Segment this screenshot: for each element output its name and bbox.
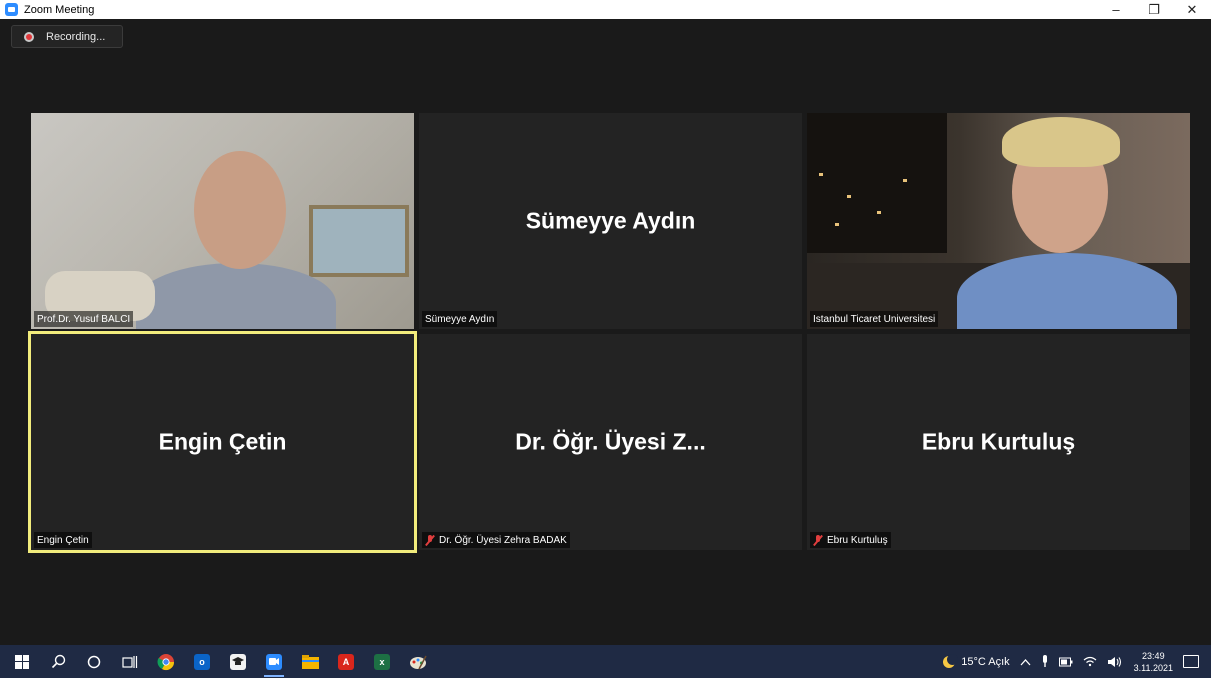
outlook-icon[interactable]: o bbox=[184, 645, 220, 678]
window-controls: – ❐ ✕ bbox=[1097, 0, 1211, 19]
record-icon bbox=[24, 31, 34, 42]
window-title-bar: Zoom Meeting – ❐ ✕ bbox=[0, 0, 1211, 19]
cortana-icon[interactable] bbox=[76, 645, 112, 678]
participant-tile-1[interactable]: Prof.Dr. Yusuf BALCI bbox=[31, 113, 414, 329]
system-clock[interactable]: 23:49 3.11.2021 bbox=[1134, 650, 1173, 674]
participant-name-label: Sümeyye Aydın bbox=[422, 311, 498, 327]
paint-icon[interactable] bbox=[400, 645, 436, 678]
participant-center-name: Dr. Öğr. Üyesi Z... bbox=[515, 428, 706, 455]
recording-indicator[interactable]: Recording... bbox=[11, 25, 123, 48]
participant-name-label: Ebru Kurtuluş bbox=[810, 532, 891, 548]
windows-start-icon[interactable] bbox=[4, 645, 40, 678]
night-window-decor bbox=[807, 113, 947, 253]
participant-tile-5[interactable]: Dr. Öğr. Üyesi Z... Dr. Öğr. Üyesi Zehra… bbox=[419, 334, 802, 550]
participant-tile-4[interactable]: Engin Çetin Engin Çetin bbox=[28, 331, 417, 553]
participant-center-name: Engin Çetin bbox=[158, 428, 287, 455]
speaker-icon[interactable] bbox=[1107, 656, 1123, 668]
participant-name-label: Istanbul Ticaret Universitesi bbox=[810, 311, 939, 327]
weather-text: 15°C Açık bbox=[961, 655, 1010, 668]
clock-date: 3.11.2021 bbox=[1133, 662, 1173, 673]
window-title: Zoom Meeting bbox=[24, 3, 95, 16]
zoom-app-icon bbox=[5, 3, 18, 16]
muted-mic-icon bbox=[425, 534, 435, 546]
participant-center-name: Sümeyye Aydın bbox=[525, 207, 696, 234]
person-hair bbox=[1002, 117, 1120, 167]
wifi-icon[interactable] bbox=[1083, 656, 1097, 667]
excel-icon[interactable]: x bbox=[364, 645, 400, 678]
participant-tile-3[interactable]: Istanbul Ticaret Universitesi bbox=[807, 113, 1190, 329]
participant-name-label: Dr. Öğr. Üyesi Zehra BADAK bbox=[422, 532, 570, 548]
weather-widget[interactable]: 15°C Açık bbox=[943, 653, 1010, 668]
muted-mic-icon bbox=[813, 534, 823, 546]
picture-frame-decor bbox=[309, 205, 409, 277]
system-tray: 15°C Açık 23:49 3.11.2021 bbox=[938, 645, 1211, 678]
minimize-button[interactable]: – bbox=[1097, 0, 1135, 19]
zoom-icon[interactable] bbox=[256, 645, 292, 678]
graduation-app-icon[interactable] bbox=[220, 645, 256, 678]
meeting-area: Recording... Prof.Dr. Yusuf BALCI Sümeyy… bbox=[0, 19, 1211, 645]
recording-label: Recording... bbox=[46, 30, 106, 43]
moon-icon bbox=[943, 653, 959, 668]
battery-icon[interactable] bbox=[1058, 657, 1073, 667]
windows-taskbar: o A x 15°C Açık 23:49 3.11.2021 bbox=[0, 645, 1211, 678]
close-button[interactable]: ✕ bbox=[1173, 0, 1211, 19]
chevron-up-icon[interactable] bbox=[1020, 658, 1031, 666]
participant-tile-2[interactable]: Sümeyye Aydın Sümeyye Aydın bbox=[419, 113, 802, 329]
notification-icon[interactable] bbox=[1183, 655, 1199, 668]
microphone-icon[interactable] bbox=[1041, 655, 1049, 668]
participant-name-label: Prof.Dr. Yusuf BALCI bbox=[34, 311, 134, 327]
search-icon[interactable] bbox=[40, 645, 76, 678]
clock-time: 23:49 bbox=[1142, 650, 1165, 661]
participant-name-label: Engin Çetin bbox=[34, 532, 92, 548]
chrome-icon[interactable] bbox=[148, 645, 184, 678]
task-view-icon[interactable] bbox=[112, 645, 148, 678]
file-explorer-icon[interactable] bbox=[292, 645, 328, 678]
acrobat-icon[interactable]: A bbox=[328, 645, 364, 678]
participant-center-name: Ebru Kurtuluş bbox=[921, 428, 1076, 455]
maximize-button[interactable]: ❐ bbox=[1135, 0, 1173, 19]
participant-tile-6[interactable]: Ebru Kurtuluş Ebru Kurtuluş bbox=[807, 334, 1190, 550]
person-face bbox=[194, 151, 286, 269]
